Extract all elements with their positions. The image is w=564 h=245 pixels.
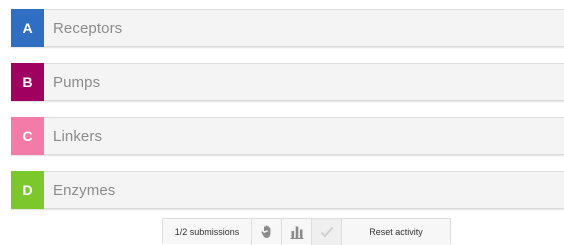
bar-chart-icon xyxy=(290,226,303,239)
reset-activity-label: Reset activity xyxy=(369,227,423,237)
reset-activity-button[interactable]: Reset activity xyxy=(342,219,450,245)
answer-options: A Receptors B Pumps C Linkers D Enzymes xyxy=(11,8,564,225)
activity-toolbar: 1/2 submissions Reset activity xyxy=(162,218,451,245)
option-d[interactable]: D Enzymes xyxy=(11,170,564,209)
option-d-letter: D xyxy=(22,181,33,198)
option-b-letter: B xyxy=(22,73,33,90)
submissions-text: 1/2 submissions xyxy=(174,227,240,237)
raise-hand-button[interactable] xyxy=(252,219,282,245)
submit-button[interactable] xyxy=(312,219,342,245)
option-c-label: Linkers xyxy=(53,127,103,145)
option-a-badge: A xyxy=(11,8,44,47)
option-c-badge: C xyxy=(11,116,44,155)
option-b-label: Pumps xyxy=(53,73,101,91)
option-d-label: Enzymes xyxy=(53,181,116,199)
hand-icon xyxy=(261,225,270,238)
results-button[interactable] xyxy=(282,219,312,245)
option-a-label: Receptors xyxy=(53,19,123,37)
option-c-letter: C xyxy=(22,127,33,144)
option-c[interactable]: C Linkers xyxy=(11,116,564,155)
option-b[interactable]: B Pumps xyxy=(11,62,564,101)
option-d-badge: D xyxy=(11,170,44,209)
checkmark-icon xyxy=(320,226,333,238)
option-a[interactable]: A Receptors xyxy=(11,8,564,47)
submissions-count: 1/2 submissions xyxy=(163,219,252,245)
option-b-badge: B xyxy=(11,62,44,101)
option-a-letter: A xyxy=(22,19,33,36)
